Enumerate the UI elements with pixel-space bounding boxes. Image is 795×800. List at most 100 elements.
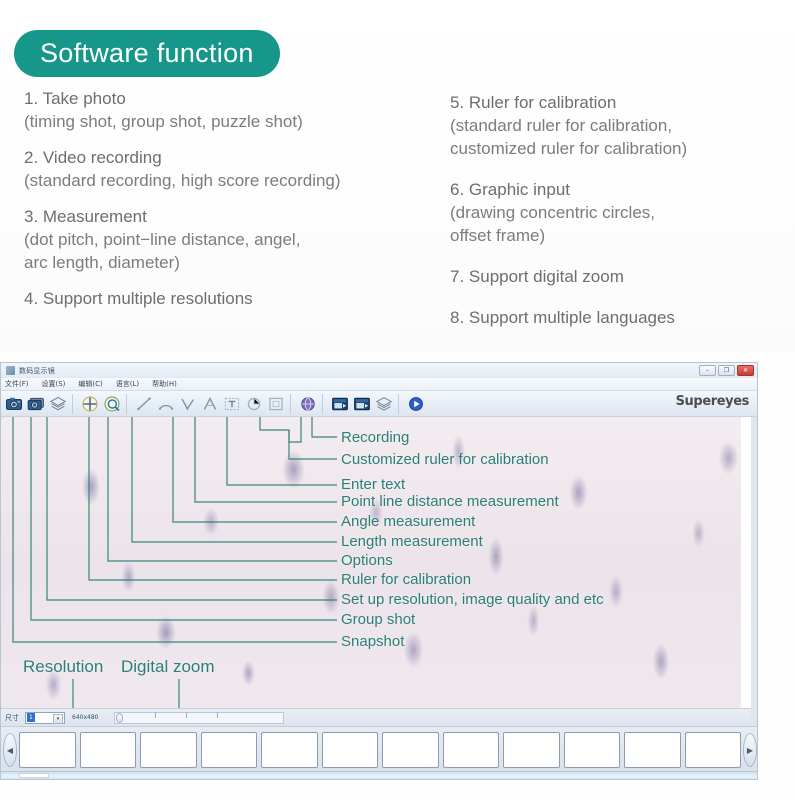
callout-label-2: Enter text [341,476,406,493]
toolbar [1,391,757,417]
feature-item-title: 6. Graphic input [450,179,571,199]
callout-label-9: Group shot [341,611,416,628]
angle-measurement-icon[interactable] [177,393,198,414]
thumbnail-slot[interactable] [684,732,741,768]
feature-item-title: 5. Ruler for calibration [450,93,617,112]
callout-label-10: Snapshot [341,633,405,650]
feature-item-title: 7. Support digital zoom [450,266,624,286]
feature-item-title: 8. Support multiple languages [450,307,675,327]
window-controls: – ❐ ✕ [699,365,754,376]
length-measurement-icon[interactable] [133,393,154,414]
callout-label-4: Angle measurement [341,513,476,530]
feature-item-detail: (dot pitch, point−line distance, angel, a… [24,229,424,275]
options-icon[interactable] [101,393,122,414]
window-titlebar[interactable]: 数码显示镜 – ❐ ✕ [1,363,757,378]
thumbnail-slot[interactable] [261,732,318,768]
slider-tick [217,711,219,718]
application-window: 数码显示镜 – ❐ ✕ 文件(F) 设置(S) 编辑(C) 语言(L) 帮助(H) [0,362,758,780]
menubar: 文件(F) 设置(S) 编辑(C) 语言(L) 帮助(H) [1,378,757,391]
point-line-distance-icon[interactable] [199,393,220,414]
slider-tick [186,711,188,718]
thumbnail-slot[interactable] [140,732,197,768]
feature-item: 2. Video recording (standard recording, h… [24,147,424,193]
feature-item-detail-line: (timing shot, group shot, puzzle shot) [24,111,303,131]
caption-resolution: Resolution [23,657,104,676]
feature-item: 5. Ruler for calibration (standard ruler … [450,92,790,161]
feature-item-detail-line: offset frame) [450,225,546,245]
thumbnail-slot[interactable] [79,732,136,768]
app-icon [6,366,15,375]
feature-item-detail-line: (drawing concentric circles, [450,202,656,222]
snapshot-icon[interactable] [3,393,24,414]
customized-ruler-icon[interactable] [297,393,318,414]
recording-icon[interactable] [329,393,350,414]
live-image-viewport[interactable]: Recording Customized ruler for calibratio… [1,417,751,708]
menu-item-2[interactable]: 编辑(C) [78,379,102,389]
menu-item-1[interactable]: 设置(S) [42,379,66,389]
ruler-for-calibration-icon[interactable] [79,393,100,414]
feature-item: 8. Support multiple languages [450,307,790,330]
filmstrip-next-button[interactable]: ▶ [743,733,757,767]
feature-item-title: 4. Support multiple resolutions [24,288,253,308]
caption-digital-zoom: Digital zoom [121,657,215,676]
rect-tool-icon[interactable] [265,393,286,414]
page-title: Software function [14,30,280,77]
slider-tick [155,711,157,718]
maximize-button[interactable]: ❐ [718,365,735,376]
thumbnail-list [19,732,741,768]
minimize-button[interactable]: – [699,365,716,376]
thumbnail-slot[interactable] [200,732,257,768]
thumbnail-slot[interactable] [503,732,560,768]
menu-item-0[interactable]: 文件(F) [5,379,29,389]
thumbnail-slot[interactable] [442,732,499,768]
close-button[interactable]: ✕ [737,365,754,376]
enter-text-icon[interactable] [221,393,242,414]
thumbnail-slot[interactable] [563,732,620,768]
slider-ticks [155,711,219,718]
feature-list-right: 5. Ruler for calibration (standard ruler … [450,92,790,348]
menu-item-4[interactable]: 帮助(H) [152,379,177,389]
viewport-right-margin [741,417,751,708]
recording-stop-icon[interactable] [351,393,372,414]
feature-item-title: 3. Measurement [24,206,147,226]
toolbar-separator [290,393,294,414]
callout-label-7: Ruler for calibration [341,571,472,588]
callout-label-3: Point line distance measurement [341,493,559,510]
callout-label-0: Recording [341,429,410,446]
toolbar-separator [126,393,130,414]
feature-item: 6. Graphic input (drawing concentric circ… [450,179,790,248]
toolbar-separator [398,393,402,414]
digital-zoom-slider-thumb[interactable] [116,712,124,723]
window-title: 数码显示镜 [19,366,55,375]
digital-zoom-slider[interactable] [114,711,285,724]
thumbnail-slot[interactable] [382,732,439,768]
thumbnail-slot[interactable] [19,732,76,768]
resolution-dropdown[interactable]: 1 ▾ [25,711,65,724]
feature-item-detail: (timing shot, group shot, puzzle shot) [24,111,424,134]
thumbnail-slot[interactable] [321,732,378,768]
layers-2-icon[interactable] [373,393,394,414]
callout-label-6: Options [341,552,393,569]
setup-resolution-icon[interactable] [47,393,68,414]
feature-item-detail: (standard recording, high score recordin… [24,170,424,193]
resolution-selected-value: 1 [27,713,35,722]
status-bar [1,771,757,779]
feature-item-title: 1. Take photo [24,89,126,108]
callout-label-8: Set up resolution, image quality and etc [341,591,604,608]
toolbar-separator [322,393,326,414]
chevron-down-icon[interactable]: ▾ [53,713,63,724]
feature-item: 3. Measurement (dot pitch, point−line dis… [24,206,424,275]
page-root: Software function 1. Take photo (timing s… [0,0,795,800]
play-icon[interactable] [405,393,426,414]
menu-item-3[interactable]: 语言(L) [116,379,139,389]
camera-control-strip: 尺寸 1 ▾ 640x480 [1,708,751,726]
filmstrip-prev-button[interactable]: ◀ [3,733,17,767]
thumbnail-slot[interactable] [624,732,681,768]
circle-tool-icon[interactable] [243,393,264,414]
feature-item-detail-line: arc length, diameter) [24,252,180,272]
arc-measurement-icon[interactable] [155,393,176,414]
feature-item-title: 2. Video recording [24,147,162,167]
group-shot-icon[interactable] [25,393,46,414]
thumbnail-filmstrip: ◀ ▶ [1,726,757,773]
feature-item-detail-line: (standard ruler for calibration, [450,115,673,135]
